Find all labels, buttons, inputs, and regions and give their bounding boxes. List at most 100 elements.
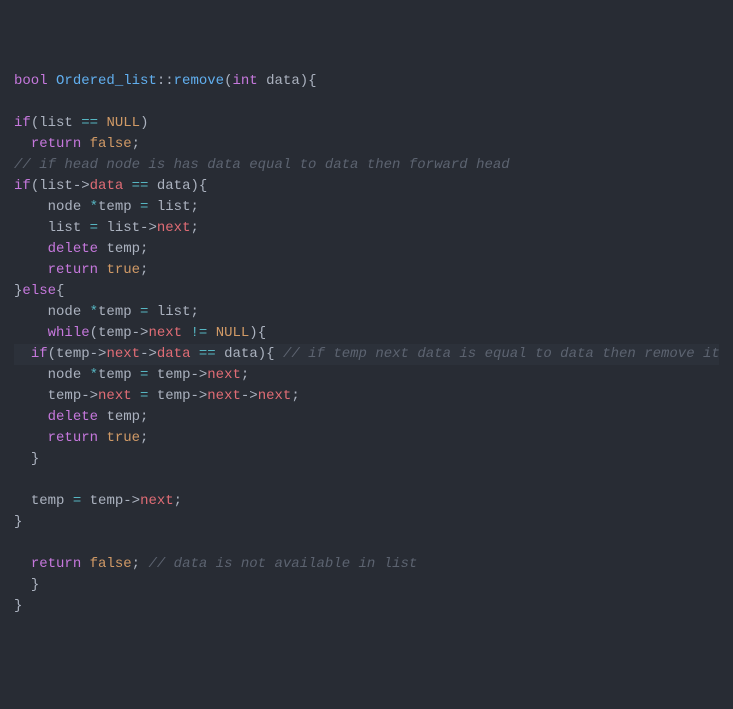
ident-list: list [106,220,140,236]
semicolon: ; [140,430,148,446]
op-eq: == [81,115,98,131]
op-arrow: -> [73,178,90,194]
prop-next: next [258,388,292,404]
keyword-return: return [31,136,81,152]
brace-close: } [31,577,39,593]
code-line: delete temp; [14,241,148,257]
keyword-return: return [48,262,98,278]
ident-temp: temp [98,325,132,341]
true-literal: true [106,262,140,278]
op-arrow: -> [132,325,149,341]
op-arrow: -> [81,388,98,404]
code-line: temp = temp->next; [14,493,182,509]
ident-node: node [48,199,82,215]
code-line: while(temp->next != NULL){ [14,325,266,341]
op-assign: = [140,199,148,215]
code-line: return false; // data is not available i… [14,556,417,572]
code-line: list = list->next; [14,220,199,236]
comment: // if temp next data is equal to data th… [283,346,720,362]
semicolon: ; [241,367,249,383]
code-line [14,472,22,488]
op-eq: == [199,346,216,362]
ident-node: node [48,304,82,320]
code-line: }else{ [14,283,64,299]
semicolon: ; [190,199,198,215]
semicolon: ; [291,388,299,404]
prop-data: data [157,346,191,362]
semicolon: ; [190,220,198,236]
code-line: return true; [14,430,148,446]
param-data: data [266,73,300,89]
false-literal: false [90,136,132,152]
brace-open: { [258,325,266,341]
paren-close: ) [300,73,308,89]
prop-next: next [207,367,241,383]
semicolon: ; [132,136,140,152]
keyword-while: while [48,325,90,341]
brace-open: { [199,178,207,194]
keyword-int: int [232,73,257,89]
code-line: if(list == NULL) [14,115,148,131]
prop-next: next [106,346,140,362]
op-eq: == [132,178,149,194]
code-editor[interactable]: bool Ordered_list::remove(int data){ if(… [14,71,719,617]
ident-node: node [48,367,82,383]
ident-temp: temp [98,367,132,383]
keyword-if: if [14,178,31,194]
keyword-if: if [31,346,48,362]
code-line: delete temp; [14,409,148,425]
ident-temp: temp [157,388,191,404]
code-line: bool Ordered_list::remove(int data){ [14,73,317,89]
semicolon: ; [140,409,148,425]
op-neq: != [190,325,207,341]
code-line: } [14,577,39,593]
ident-temp: temp [106,241,140,257]
prop-next: next [148,325,182,341]
false-literal: false [90,556,132,572]
true-literal: true [106,430,140,446]
op-assign: = [140,304,148,320]
paren-close: ) [140,115,148,131]
brace-open: { [56,283,64,299]
code-line: // if head node is has data equal to dat… [14,157,510,173]
brace-close: } [14,598,22,614]
code-line: return false; [14,136,140,152]
paren-close: ) [258,346,266,362]
keyword-return: return [31,556,81,572]
keyword-delete: delete [48,409,98,425]
op-star: * [90,367,98,383]
code-line: } [14,514,22,530]
op-arrow: -> [241,388,258,404]
comment: // if head node is has data equal to dat… [14,157,510,173]
prop-next: next [157,220,191,236]
op-arrow: -> [190,388,207,404]
null-literal: NULL [216,325,250,341]
op-arrow: -> [123,493,140,509]
code-line: if(list->data == data){ [14,178,207,194]
class-name: Ordered_list [56,73,157,89]
op-assign: = [140,388,148,404]
op-arrow: -> [90,346,107,362]
ident-temp: temp [31,493,65,509]
code-line [14,94,22,110]
prop-next: next [140,493,174,509]
ident-temp: temp [106,409,140,425]
brace-open: { [266,346,274,362]
op-scope: :: [157,73,174,89]
ident-list: list [39,115,73,131]
code-line [14,535,22,551]
ident-temp: temp [48,388,82,404]
keyword-bool: bool [14,73,48,89]
op-arrow: -> [140,220,157,236]
ident-temp: temp [56,346,90,362]
comment: // data is not available in list [148,556,417,572]
prop-next: next [207,388,241,404]
keyword-if: if [14,115,31,131]
keyword-else: else [22,283,56,299]
op-star: * [90,199,98,215]
code-line: } [14,451,39,467]
op-star: * [90,304,98,320]
ident-temp: temp [157,367,191,383]
code-line: temp->next = temp->next->next; [14,388,300,404]
ident-list: list [157,199,191,215]
